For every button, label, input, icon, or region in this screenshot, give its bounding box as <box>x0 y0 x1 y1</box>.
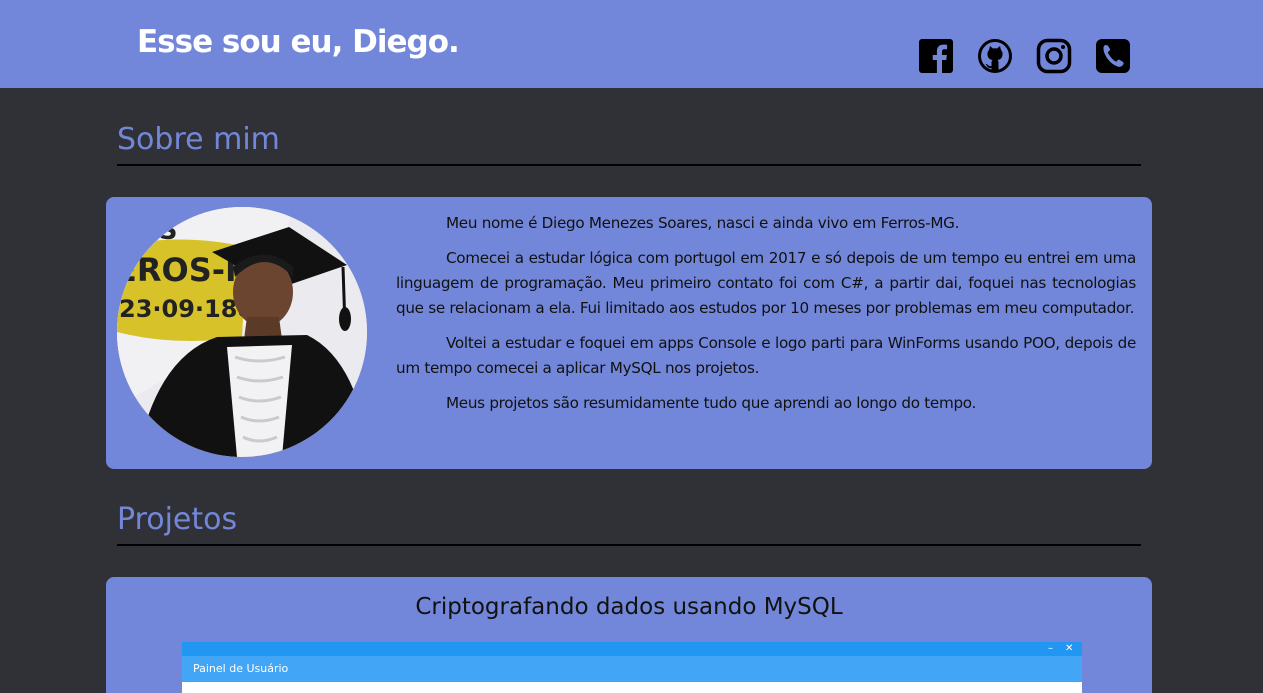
project-card: Criptografando dados usando MySQL – ✕ Pa… <box>106 577 1152 693</box>
facebook-icon <box>919 39 953 73</box>
profile-photo: RES EROS-M 23·09·1884 <box>117 207 367 457</box>
divider <box>117 164 1141 166</box>
site-title: Esse sou eu, Diego. <box>137 24 460 60</box>
about-text: Meu nome é Diego Menezes Soares, nasci e… <box>396 211 1136 426</box>
about-paragraph: Voltei a estudar e foquei em apps Consol… <box>396 334 1136 377</box>
section-title-projects: Projetos <box>117 502 238 537</box>
close-icon: ✕ <box>1065 643 1074 654</box>
section-title-about: Sobre mim <box>117 122 280 157</box>
header: Esse sou eu, Diego. <box>0 0 1263 88</box>
minimize-icon: – <box>1048 643 1053 654</box>
project-title: Criptografando dados usando MySQL <box>415 594 843 620</box>
about-paragraph: Meu nome é Diego Menezes Soares, nasci e… <box>446 214 960 232</box>
facebook-link[interactable] <box>918 38 954 74</box>
avatar: RES EROS-M 23·09·1884 <box>117 207 367 457</box>
github-icon <box>978 39 1012 73</box>
divider <box>117 544 1141 546</box>
instagram-link[interactable] <box>1036 38 1072 74</box>
instagram-icon <box>1036 38 1072 74</box>
phone-icon <box>1096 39 1130 73</box>
phone-link[interactable] <box>1095 38 1131 74</box>
about-paragraph: Meus projetos são resumidamente tudo que… <box>446 394 977 412</box>
project-screenshot[interactable]: – ✕ Painel de Usuário <box>182 642 1082 693</box>
about-paragraph: Comecei a estudar lógica com portugol em… <box>396 249 1136 317</box>
github-link[interactable] <box>977 38 1013 74</box>
about-card: RES EROS-M 23·09·1884 Meu nome é Diego M… <box>106 197 1152 469</box>
photo-text-top: RES <box>121 216 178 246</box>
window-header: Painel de Usuário <box>182 656 1082 682</box>
window-titlebar: – ✕ <box>182 642 1082 656</box>
